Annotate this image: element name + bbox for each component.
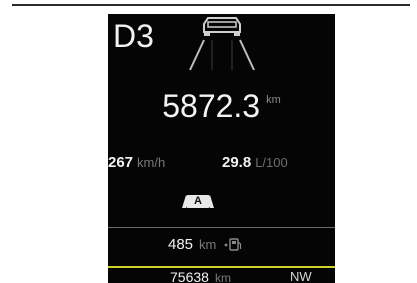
trip-value: 75638 xyxy=(170,269,209,283)
auto-mode-badge: A xyxy=(182,195,214,208)
consumption-value: 29.8 xyxy=(222,154,252,171)
range-readout: 485 km xyxy=(168,236,242,254)
odometer: 5872.3 km xyxy=(108,88,335,125)
speed-value: 267 xyxy=(108,154,134,171)
top-divider xyxy=(12,4,410,6)
fuel-pump-icon xyxy=(224,238,241,251)
speed-readout: 267 km/h xyxy=(108,154,165,172)
trip-odometer: 75638 km xyxy=(170,269,231,283)
consumption-unit: L/100 xyxy=(255,155,288,170)
compass-heading: NW xyxy=(290,269,312,283)
car-lane-assist-icon xyxy=(189,17,255,70)
odometer-value: 5872.3 xyxy=(162,88,261,124)
instrument-cluster-display: D3 5872.3 km 267 km/h 29.8 L/100 A 485 km 75… xyxy=(108,14,335,283)
range-value: 485 xyxy=(168,236,194,253)
trip-unit: km xyxy=(214,271,231,283)
divider-line xyxy=(108,227,335,228)
fuel-consumption-readout: 29.8 L/100 xyxy=(222,154,288,172)
range-unit: km xyxy=(199,237,217,252)
odometer-unit: km xyxy=(266,94,281,106)
accent-divider-line xyxy=(108,266,335,268)
speed-unit: km/h xyxy=(137,155,166,170)
gear-indicator: D3 xyxy=(113,18,154,54)
